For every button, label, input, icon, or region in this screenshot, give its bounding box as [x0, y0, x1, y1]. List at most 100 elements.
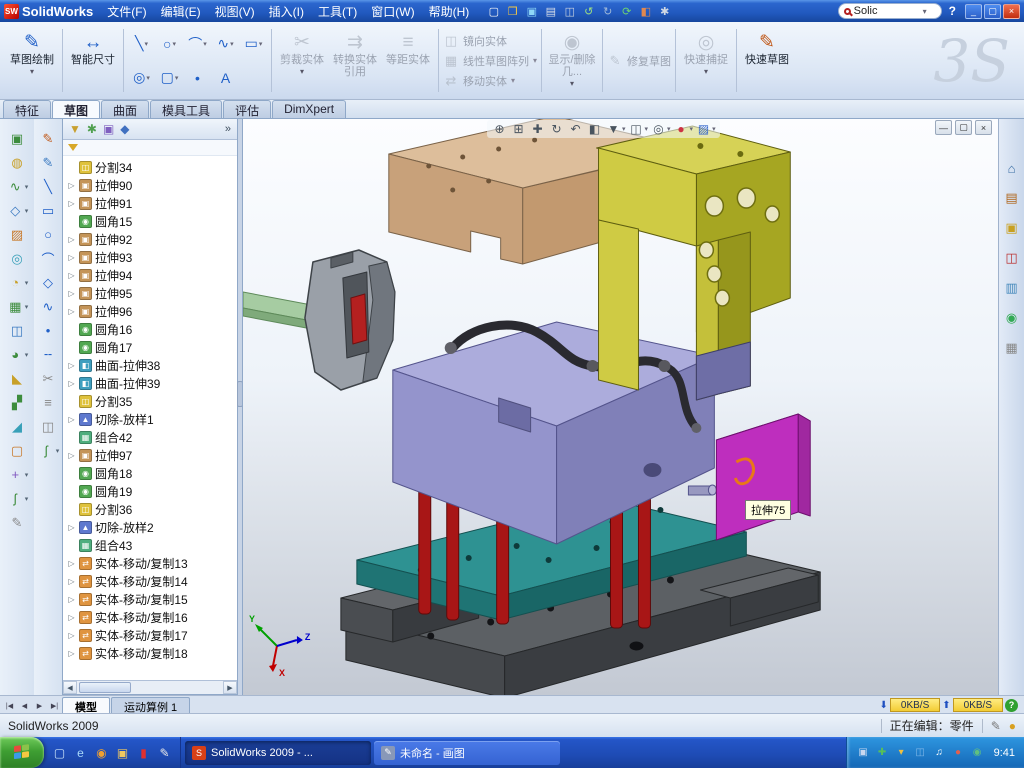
document-tab-运动算例 1[interactable]: 运动算例 1: [111, 697, 190, 713]
hide-show-items-icon[interactable]: ◎: [650, 121, 667, 137]
appearances-scenes-icon[interactable]: ◉: [1003, 309, 1021, 327]
mirror-tool-button[interactable]: ◫: [39, 417, 58, 436]
configuration-manager-tab-icon[interactable]: ▣: [103, 122, 114, 136]
start-button[interactable]: [0, 737, 44, 768]
tab-评估[interactable]: 评估: [223, 100, 271, 118]
expand-arrow-icon[interactable]: ▷: [67, 613, 76, 622]
model-canvas[interactable]: Y X Z: [243, 119, 998, 695]
expand-arrow-icon[interactable]: ▷: [67, 523, 76, 532]
feature-tree-item[interactable]: ▷⇄实体-移动/复制14: [63, 572, 237, 590]
extruded-boss-button[interactable]: ▣: [8, 129, 27, 148]
dropdown-arrow-icon[interactable]: ▾: [175, 74, 179, 82]
doc-minimize-button[interactable]: —: [935, 120, 952, 135]
slot-button[interactable]: ▢▾: [156, 69, 183, 86]
search-dropdown-icon[interactable]: ▾: [923, 7, 927, 16]
feature-tree-item[interactable]: ▷▣拉伸95: [63, 284, 237, 302]
search-results-icon[interactable]: ◫: [1003, 249, 1021, 267]
feature-tree-item[interactable]: ▦组合43: [63, 536, 237, 554]
next-tab-button[interactable]: ▶: [32, 698, 47, 713]
dropdown-arrow-icon[interactable]: ▾: [259, 40, 263, 48]
hole-wizard-button[interactable]: ◎: [8, 249, 27, 268]
sketch-button[interactable]: ✎草图绘制▾: [6, 26, 58, 96]
safety-tray-icon[interactable]: ◉: [970, 745, 985, 760]
feature-tree-item[interactable]: ▷▲切除-放样1: [63, 410, 237, 428]
print-preview-icon[interactable]: ◫: [561, 3, 578, 20]
arc-button[interactable]: ⌒▾: [184, 34, 211, 54]
network-tray-icon[interactable]: ◫: [913, 745, 928, 760]
menu-insert[interactable]: 插入(I): [262, 1, 311, 22]
undo-icon[interactable]: ↺: [580, 3, 597, 20]
rib-button[interactable]: ▞: [8, 393, 27, 412]
feature-tree-item[interactable]: ▷⇄实体-移动/复制17: [63, 626, 237, 644]
scroll-right-icon[interactable]: ▶: [223, 681, 237, 694]
messenger-tray-icon[interactable]: ●: [951, 745, 966, 760]
language-tray-icon[interactable]: ▣: [856, 745, 871, 760]
mold-body-part[interactable]: [393, 322, 717, 544]
pan-icon[interactable]: ✚: [529, 121, 546, 137]
feature-tree-item[interactable]: ◉圆角16: [63, 320, 237, 338]
shell-button[interactable]: ▢: [8, 441, 27, 460]
tab-特征[interactable]: 特征: [3, 100, 51, 118]
document-tab-模型[interactable]: 模型: [62, 697, 110, 713]
spline-tool-button[interactable]: ∿: [39, 297, 58, 316]
feature-tree-item[interactable]: ▷▣拉伸94: [63, 266, 237, 284]
feature-tree-item[interactable]: ▷⇄实体-移动/复制13: [63, 554, 237, 572]
feature-tree-item[interactable]: ▷◧曲面-拉伸38: [63, 356, 237, 374]
meter-help-icon[interactable]: ?: [1005, 699, 1018, 712]
feature-tree-item[interactable]: ▷▣拉伸91: [63, 194, 237, 212]
feature-tree-item[interactable]: ◫分割34: [63, 158, 237, 176]
expand-arrow-icon[interactable]: ▷: [67, 181, 76, 190]
previous-view-icon[interactable]: ↶: [567, 121, 584, 137]
dropdown-arrow-icon[interactable]: ▾: [230, 40, 234, 48]
feature-tree-item[interactable]: ▷▲切除-放样2: [63, 518, 237, 536]
feature-tree-item[interactable]: ▷▣拉伸90: [63, 176, 237, 194]
search-box[interactable]: ▾: [838, 3, 942, 19]
repair-sketch-button[interactable]: ✎修复草图: [607, 53, 671, 69]
dropdown-arrow-icon[interactable]: ▾: [690, 125, 694, 133]
dropdown-arrow-icon[interactable]: ▾: [56, 447, 60, 455]
dropdown-arrow-icon[interactable]: ▾: [25, 351, 29, 359]
offset-entities-button[interactable]: ≡等距实体: [382, 26, 434, 96]
dropdown-arrow-icon[interactable]: ▾: [146, 74, 150, 82]
extruded-cut-button[interactable]: ▨: [8, 225, 27, 244]
ie-icon[interactable]: e: [72, 744, 89, 761]
rotate-view-icon[interactable]: ↻: [548, 121, 565, 137]
expand-arrow-icon[interactable]: ▷: [67, 235, 76, 244]
revolved-cut-button[interactable]: ◔▾: [6, 273, 29, 292]
trim-tool-button[interactable]: ✂: [39, 369, 58, 388]
dropdown-arrow-icon[interactable]: ▾: [704, 67, 708, 76]
dropdown-arrow-icon[interactable]: ▾: [645, 125, 649, 133]
antivirus-tray-icon[interactable]: ✚: [875, 745, 890, 760]
feature-tree-item[interactable]: ◫分割36: [63, 500, 237, 518]
rectangle-button[interactable]: ▭▾: [240, 35, 267, 52]
expand-arrow-icon[interactable]: ▷: [67, 631, 76, 640]
display-style-icon[interactable]: ◫: [628, 121, 645, 137]
feature-tree-item[interactable]: ◉圆角17: [63, 338, 237, 356]
point-button[interactable]: •: [184, 70, 211, 86]
offset-tool-button[interactable]: ≡: [39, 393, 58, 412]
feature-tree-item[interactable]: ▷▣拉伸92: [63, 230, 237, 248]
ellipse-button[interactable]: ◎▾: [128, 69, 155, 86]
rebuild-icon[interactable]: ⟳: [618, 3, 635, 20]
menu-edit[interactable]: 编辑(E): [154, 1, 208, 22]
clamp-unit-part[interactable]: [305, 250, 395, 390]
zoom-fit-icon[interactable]: ⊕: [491, 121, 508, 137]
lofted-boss-button[interactable]: ◇▾: [6, 201, 29, 220]
expand-arrow-icon[interactable]: ▷: [67, 253, 76, 262]
feature-tree-item[interactable]: ◫分割35: [63, 392, 237, 410]
expand-arrow-icon[interactable]: ▷: [67, 199, 76, 208]
loft-guide-button[interactable]: ʃ▾: [37, 441, 60, 460]
side-block-part[interactable]: [716, 414, 810, 540]
feature-tree-item[interactable]: ▷▣拉伸96: [63, 302, 237, 320]
feature-tree-item[interactable]: ◉圆角19: [63, 482, 237, 500]
tab-模具工具[interactable]: 模具工具: [150, 100, 222, 118]
dropdown-arrow-icon[interactable]: ▾: [172, 40, 176, 48]
feature-tree-item[interactable]: ▷⇄实体-移动/复制15: [63, 590, 237, 608]
sketch-text-button[interactable]: A: [212, 70, 239, 86]
tab-曲面[interactable]: 曲面: [101, 100, 149, 118]
centerline-tool-button[interactable]: ╌: [39, 345, 58, 364]
file-explorer-icon[interactable]: ▣: [1003, 219, 1021, 237]
open-icon[interactable]: ❒: [504, 3, 521, 20]
color-swatch-icon[interactable]: ◧: [637, 3, 654, 20]
options-icon[interactable]: ✱: [656, 3, 673, 20]
